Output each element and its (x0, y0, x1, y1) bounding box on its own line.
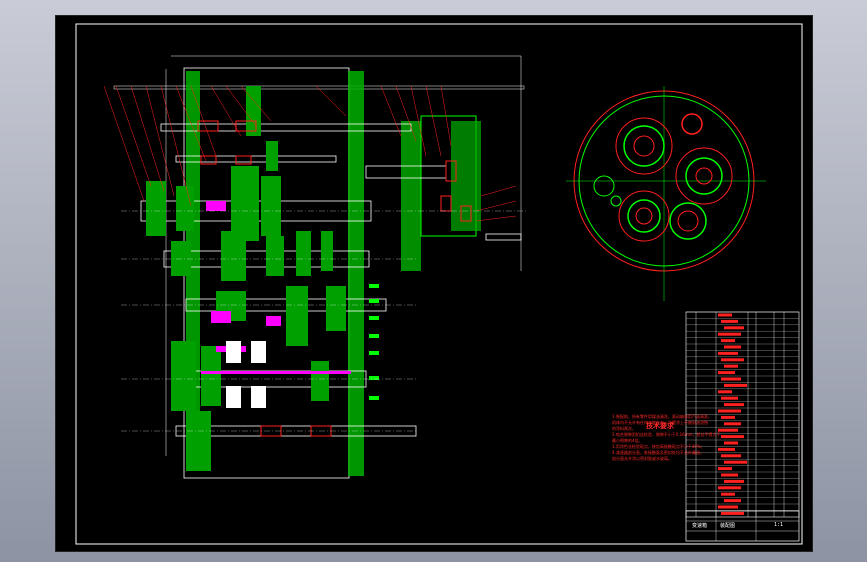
table-cell-text (724, 383, 747, 387)
table-cell-text (718, 313, 732, 317)
table-cell-text (718, 351, 738, 355)
table-cell-text (721, 358, 744, 362)
table-cell-text (718, 505, 738, 509)
table-cell-text (724, 364, 738, 368)
table-cell-text (718, 486, 741, 490)
drawing-sheet: 技术要求 1.装配前，所有零件用煤油清洗，滚动轴承用汽油清洗， 机体内不允许有任… (55, 15, 813, 552)
table-cell-text (718, 428, 738, 432)
table-cell-text (721, 415, 735, 419)
table-cell-text (718, 447, 735, 451)
table-cell-text (721, 396, 738, 400)
table-cell-text (721, 473, 738, 477)
cad-drawing (75, 23, 803, 545)
table-cell-text (718, 390, 732, 394)
drawing-frame (75, 23, 803, 545)
table-cell-text (721, 377, 741, 381)
table-cell-text (718, 371, 735, 375)
drawing-number: 装配图 (720, 523, 736, 529)
table-cell-text (718, 467, 732, 471)
table-cell-text (724, 403, 744, 407)
table-cell-text (724, 499, 741, 503)
table-cell-text (721, 454, 741, 458)
table-cell-text (718, 409, 741, 413)
table-cell-text (721, 511, 744, 515)
table-cell-text (724, 460, 747, 464)
table-cell-text (721, 339, 735, 343)
table-cell-text (721, 319, 738, 323)
table-cell-text (724, 422, 741, 426)
table-cell-text (718, 332, 741, 336)
gear-end-view (566, 86, 766, 301)
drawing-title: 变速箱 (692, 523, 708, 529)
drawing-scale: 1:1 (774, 522, 784, 528)
tech-note-line: 剖分面允许涂以密封胶或水玻璃。 (612, 456, 672, 461)
gearbox-section-view (103, 55, 526, 479)
table-cell-text (724, 479, 744, 483)
table-cell-text (724, 326, 744, 330)
table-cell-text (724, 345, 741, 349)
table-cell-text (721, 435, 744, 439)
table-cell-text (724, 441, 738, 445)
table-cell-text (721, 492, 735, 496)
